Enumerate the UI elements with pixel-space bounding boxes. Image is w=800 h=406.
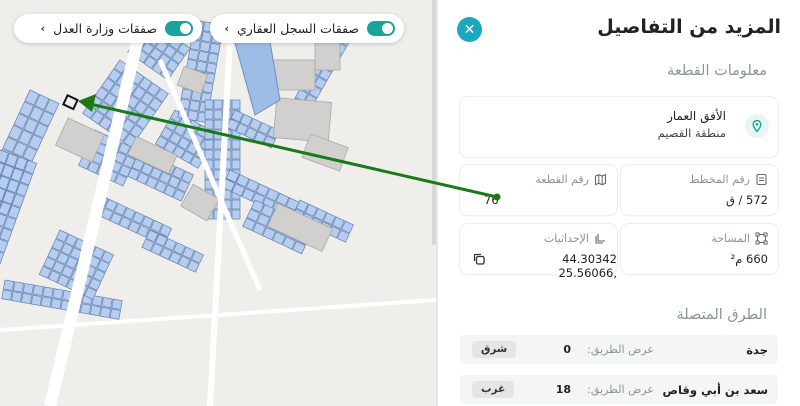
plot-number-label: رقم القطعة <box>535 173 589 186</box>
map-icon <box>594 173 607 186</box>
plan-number-card: رقم المخطط 572 / ق <box>621 165 778 215</box>
connected-roads-title: الطرق المتصلة <box>676 307 767 323</box>
coordinates-label: الإحداثيات <box>543 232 589 245</box>
close-icon: ✕ <box>463 21 476 38</box>
road-direction-badge: شرق <box>472 341 517 358</box>
map-pin-icon <box>745 114 769 138</box>
coordinates-card: الإحداثيات 44.30342 ,25.56066 <box>460 224 617 280</box>
area-icon <box>755 232 768 245</box>
road-width-value: 0 <box>563 343 571 356</box>
plan-number-value: 572 / ق <box>725 193 768 207</box>
copy-icon[interactable] <box>472 252 486 266</box>
registry-deals-label: صفقات السجل العقاري <box>236 21 359 36</box>
moj-deals-label: صفقات وزارة العدل <box>53 21 157 36</box>
grey-block[interactable] <box>314 39 341 71</box>
area-label: المساحة <box>711 232 750 245</box>
road-row: سعد بن أبي وقاص عرض الطريق: 18 غرب <box>460 375 778 404</box>
road-width-label: عرض الطريق: <box>587 383 654 396</box>
panel-title: المزيد من التفاصيل <box>597 16 781 38</box>
plot-number-value: 76 <box>484 193 499 207</box>
moj-deals-toggle[interactable]: صفقات وزارة العدل › <box>14 14 202 43</box>
road-name: جدة <box>746 343 768 357</box>
moj-deals-switch[interactable] <box>165 21 193 36</box>
road-row: جدة عرض الطريق: 0 شرق <box>460 335 778 364</box>
area-card: المساحة 660 م² <box>621 224 778 274</box>
road-width-label: عرض الطريق: <box>587 343 654 356</box>
coordinates-value[interactable]: 44.30342 ,25.56066 <box>500 252 617 280</box>
location-card: الأفق العمار منطقة القصيم <box>460 97 778 157</box>
grey-block[interactable] <box>272 97 333 143</box>
registry-deals-toggle[interactable]: صفقات السجل العقاري › <box>210 14 404 43</box>
map-view[interactable]: صفقات وزارة العدل › صفقات السجل العقاري … <box>0 0 436 406</box>
details-panel: المزيد من التفاصيل ✕ معلومات القطعة الأف… <box>438 0 800 406</box>
area-value: 660 م² <box>730 252 768 266</box>
plot-info-title: معلومات القطعة <box>667 63 767 79</box>
crosshair-icon <box>595 234 605 244</box>
road-width-value: 18 <box>555 383 571 396</box>
road-direction-badge: غرب <box>472 381 515 398</box>
location-region: منطقة القصيم <box>657 126 726 140</box>
map-canvas[interactable] <box>0 0 436 406</box>
road-name: سعد بن أبي وقاص <box>662 383 768 397</box>
close-button[interactable]: ✕ <box>457 17 482 42</box>
document-icon <box>756 173 767 186</box>
chevron-right-icon[interactable]: › <box>224 22 229 35</box>
plan-number-label: رقم المخطط <box>689 173 750 186</box>
chevron-right-icon[interactable]: › <box>41 22 46 35</box>
location-name: الأفق العمار <box>667 109 726 123</box>
registry-deals-switch[interactable] <box>367 21 395 36</box>
plot-number-card: رقم القطعة 76 <box>460 165 617 215</box>
